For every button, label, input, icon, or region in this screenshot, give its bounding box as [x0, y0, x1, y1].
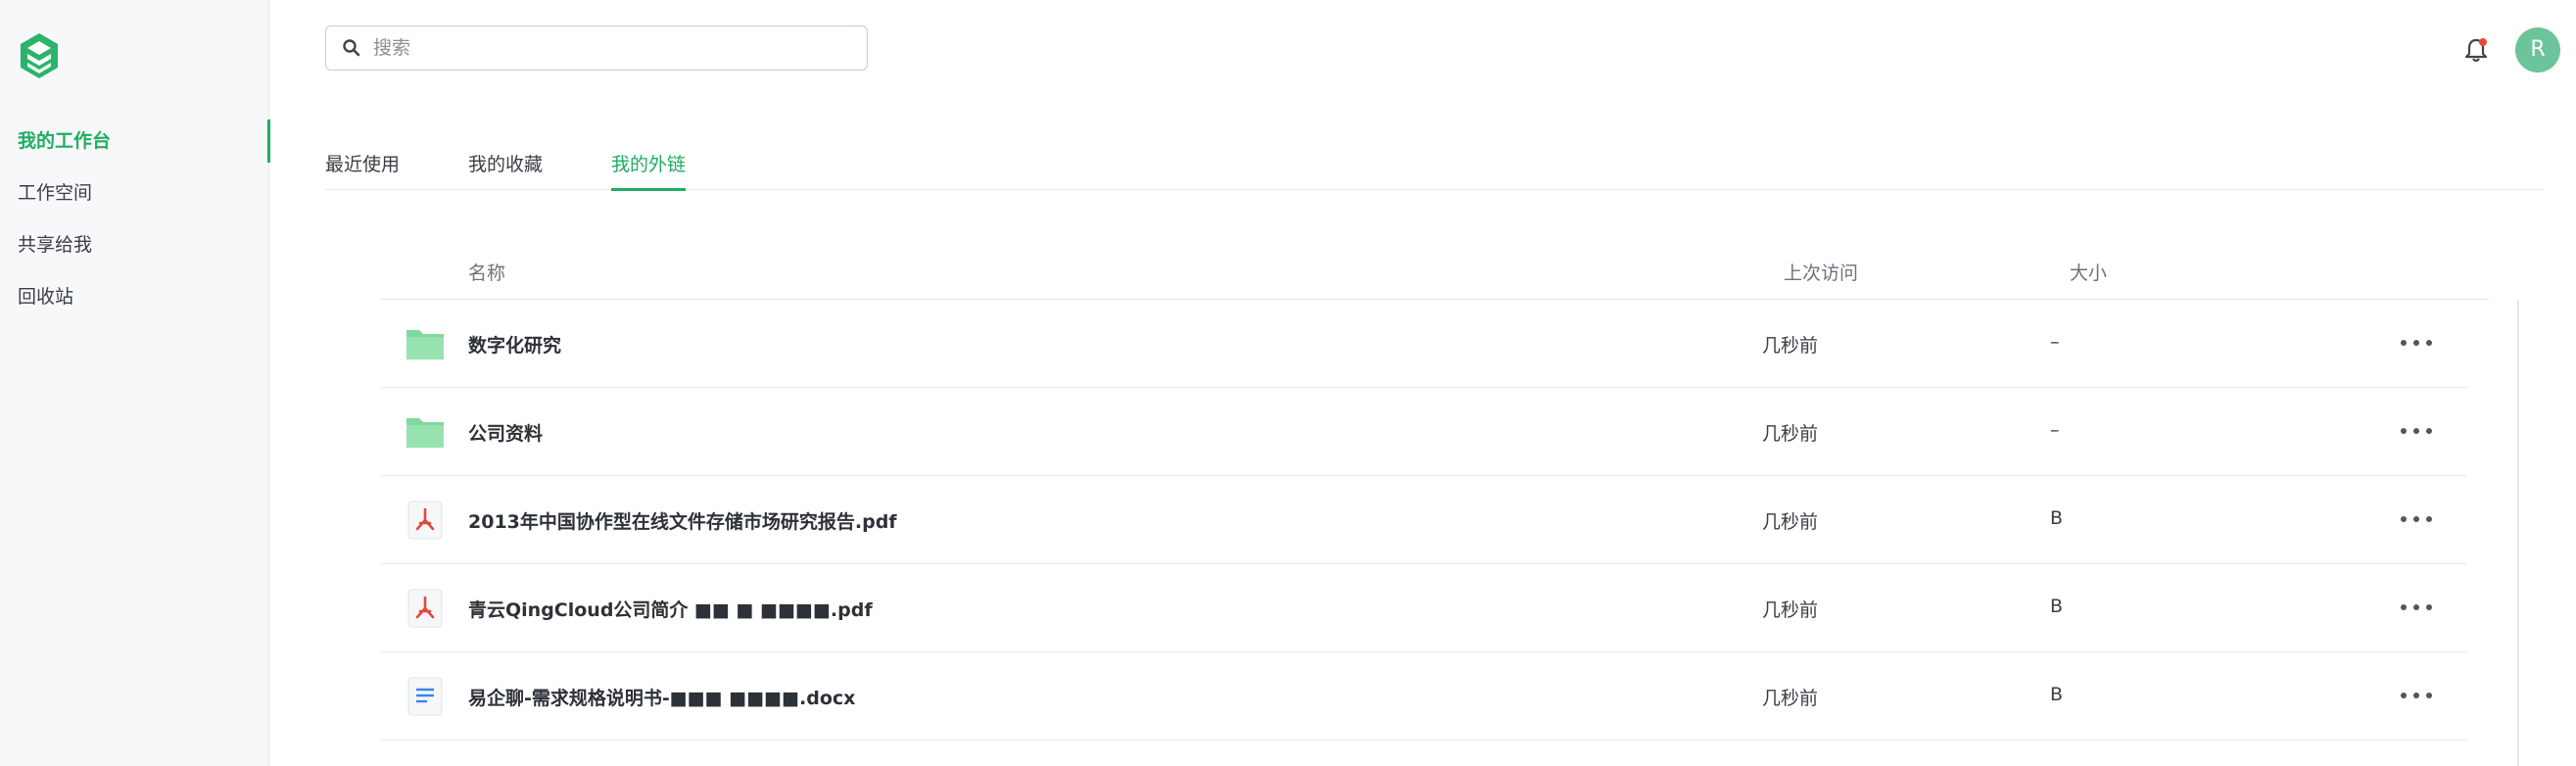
- file-size: B: [2050, 596, 2064, 617]
- sidebar: 我的工作台 工作空间 共享给我 回收站: [0, 0, 270, 766]
- file-name[interactable]: 易企聊-需求规格说明书-■■■ ■■■■.docx: [468, 684, 855, 710]
- file-size: –: [2050, 331, 2060, 353]
- pdf-icon: [407, 589, 443, 628]
- tab-bar: 最近使用 我的收藏 我的外链: [325, 145, 2543, 191]
- scrollbar-track[interactable]: [2517, 300, 2519, 766]
- last-visit: 几秒前: [1762, 511, 1819, 533]
- table-row[interactable]: 2013年中国协作型在线文件存储市场研究报告.pdf 几秒前 B: [381, 476, 2467, 564]
- table-row[interactable]: 数字化研究 几秒前 –: [381, 300, 2467, 388]
- sidebar-item-my-workbench[interactable]: 我的工作台: [0, 120, 270, 175]
- file-list: 名称 上次访问 大小 数字化研究 几秒前 – 公司资料 几秒前 – 2013年中…: [381, 249, 2489, 741]
- last-visit: 几秒前: [1762, 688, 1819, 709]
- sidebar-item-recycle-bin[interactable]: 回收站: [0, 279, 269, 331]
- file-list-header: 名称 上次访问 大小: [381, 249, 2489, 300]
- user-avatar[interactable]: R: [2515, 27, 2560, 72]
- tab-recent[interactable]: 最近使用: [325, 145, 400, 190]
- more-options-icon[interactable]: [2399, 421, 2434, 441]
- more-options-icon[interactable]: [2399, 598, 2434, 617]
- app-logo-icon[interactable]: [18, 31, 61, 80]
- column-header-size[interactable]: 大小: [2070, 259, 2107, 285]
- last-visit: 几秒前: [1762, 423, 1819, 445]
- column-header-last-visit[interactable]: 上次访问: [1784, 259, 1858, 285]
- file-name[interactable]: 公司资料: [468, 419, 543, 446]
- table-row[interactable]: 青云QingCloud公司简介 ■■ ■ ■■■■.pdf 几秒前 B: [381, 564, 2467, 652]
- last-visit: 几秒前: [1762, 335, 1819, 357]
- column-header-name[interactable]: 名称: [468, 259, 505, 285]
- search-icon: [343, 39, 360, 57]
- search-box[interactable]: [325, 25, 868, 71]
- more-options-icon[interactable]: [2399, 509, 2434, 529]
- file-size: B: [2050, 507, 2064, 529]
- file-name[interactable]: 青云QingCloud公司简介 ■■ ■ ■■■■.pdf: [468, 596, 873, 622]
- table-row[interactable]: 公司资料 几秒前 –: [381, 388, 2467, 476]
- notification-bell-icon[interactable]: [2462, 35, 2490, 65]
- sidebar-item-shared-with-me[interactable]: 共享给我: [0, 227, 269, 279]
- folder-icon: [406, 418, 444, 448]
- table-row[interactable]: 易企聊-需求规格说明书-■■■ ■■■■.docx 几秒前 B: [381, 652, 2467, 741]
- search-input[interactable]: [373, 37, 843, 59]
- more-options-icon[interactable]: [2399, 333, 2434, 353]
- tab-favorites[interactable]: 我的收藏: [468, 145, 543, 190]
- tab-my-external-links[interactable]: 我的外链: [611, 145, 687, 191]
- sidebar-item-workspace[interactable]: 工作空间: [0, 175, 269, 227]
- doc-icon: [407, 677, 443, 716]
- folder-icon: [406, 330, 444, 359]
- file-name[interactable]: 2013年中国协作型在线文件存储市场研究报告.pdf: [468, 507, 897, 534]
- pdf-icon: [407, 501, 443, 540]
- file-name[interactable]: 数字化研究: [468, 331, 561, 358]
- file-size: –: [2050, 419, 2060, 441]
- sidebar-nav: 我的工作台 工作空间 共享给我 回收站: [0, 120, 270, 331]
- file-size: B: [2050, 684, 2064, 705]
- last-visit: 几秒前: [1762, 599, 1819, 621]
- more-options-icon[interactable]: [2399, 686, 2434, 705]
